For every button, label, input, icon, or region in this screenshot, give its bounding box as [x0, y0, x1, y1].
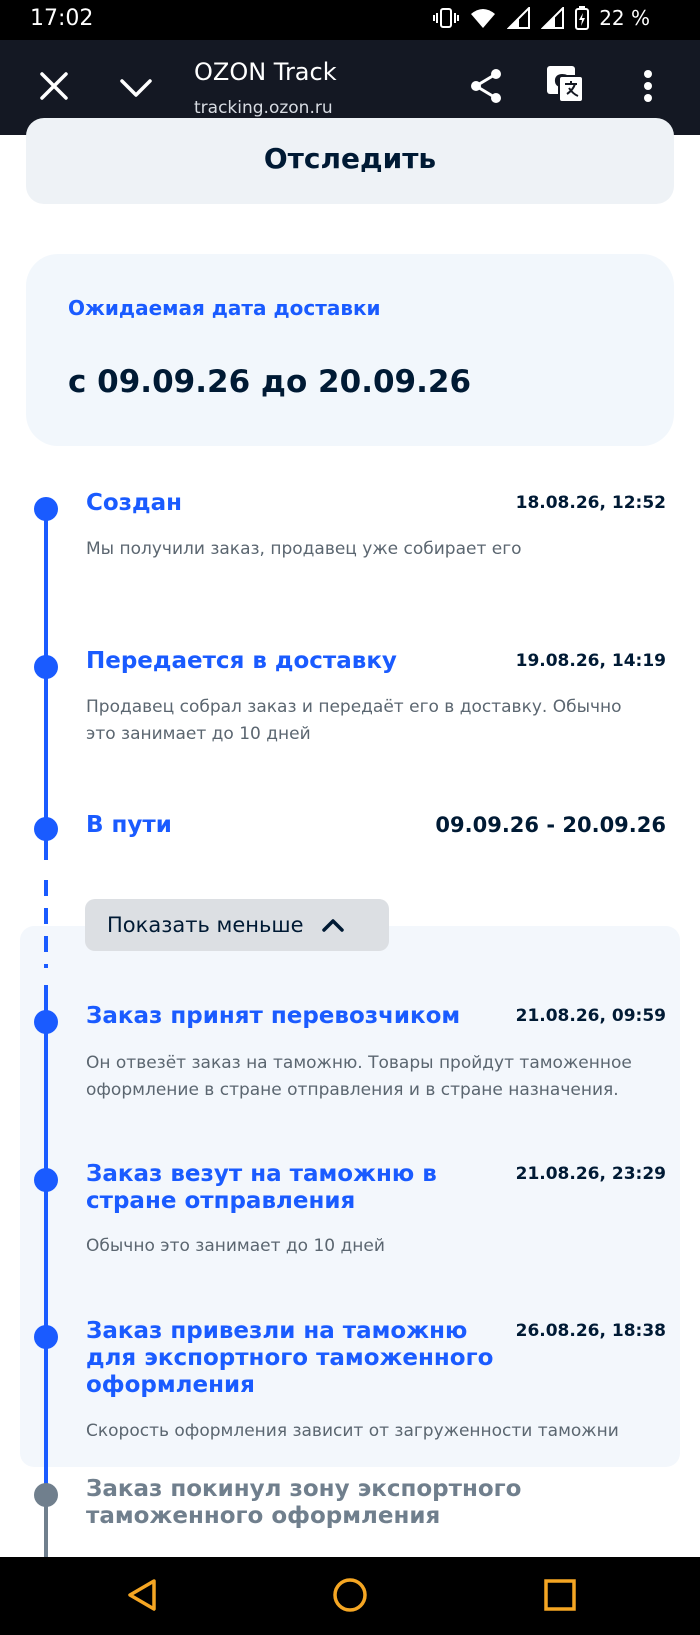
event-description: Он отвезёт заказ на таможню. Товары прой…	[86, 1053, 632, 1073]
event-title: Заказ привезли на таможню	[86, 1318, 468, 1344]
event-date: 18.08.26, 12:52	[515, 493, 666, 513]
timeline-dot-pending	[34, 1483, 58, 1507]
event-title: Заказ принят перевозчиком	[86, 1003, 461, 1029]
event-title: Заказ везут на таможню в	[86, 1161, 437, 1187]
home-icon[interactable]	[330, 1575, 370, 1615]
wifi-icon	[471, 9, 496, 28]
page-url: tracking.ozon.ru	[194, 98, 333, 118]
more-icon[interactable]	[630, 66, 666, 106]
chevron-down-icon[interactable]	[118, 70, 154, 106]
show-less-button[interactable]: Показать меньше	[85, 899, 389, 951]
timeline-dot	[34, 1325, 58, 1349]
timeline-dot	[34, 817, 58, 841]
signal-icon-2	[541, 7, 565, 29]
chevron-up-icon	[321, 919, 344, 932]
event-date: 21.08.26, 23:29	[515, 1164, 666, 1184]
delivery-range: с 09.09.26 до 20.09.26	[68, 364, 472, 400]
event-title: для экспортного таможенного	[86, 1345, 494, 1371]
event-title: Передается в доставку	[86, 648, 397, 674]
event-description: оформление в стране отправления и в стра…	[86, 1080, 619, 1100]
close-icon[interactable]	[36, 68, 72, 104]
timeline-dot	[34, 497, 58, 521]
timeline-line	[44, 985, 48, 1490]
event-description: Продавец собрал заказ и передаёт его в д…	[86, 697, 622, 717]
timeline-dot	[34, 1010, 58, 1034]
delivery-label: Ожидаемая дата доставки	[68, 296, 381, 320]
timeline-dashed	[44, 880, 48, 968]
timeline-dot	[34, 1168, 58, 1192]
system-nav-bar	[0, 1557, 700, 1635]
event-date: 21.08.26, 09:59	[515, 1006, 666, 1026]
share-icon[interactable]	[466, 66, 506, 106]
event-description: Мы получили заказ, продавец уже собирает…	[86, 539, 522, 559]
recent-apps-icon[interactable]	[540, 1575, 580, 1615]
status-bar: 17:02 22 %	[0, 0, 700, 40]
event-date: 26.08.26, 18:38	[515, 1321, 666, 1341]
battery-icon	[575, 6, 590, 30]
status-icons: 22 %	[433, 6, 650, 30]
event-title-pending: таможенного оформления	[86, 1503, 441, 1529]
event-title-pending: Заказ покинул зону экспортного	[86, 1476, 522, 1502]
event-title: стране отправления	[86, 1188, 356, 1214]
event-date: 09.09.26 - 20.09.26	[435, 813, 666, 837]
track-button[interactable]: Отследить	[26, 118, 674, 204]
show-less-label: Показать меньше	[107, 913, 304, 937]
page-title: OZON Track	[194, 58, 337, 86]
back-icon[interactable]	[124, 1575, 164, 1615]
vibrate-icon	[433, 8, 460, 28]
signal-icon	[507, 7, 531, 29]
event-title: В пути	[86, 812, 172, 838]
battery-level: 22 %	[599, 6, 650, 30]
timeline-dot	[34, 655, 58, 679]
timeline-line	[44, 510, 48, 860]
event-description: Скорость оформления зависит от загруженн…	[86, 1421, 619, 1441]
event-title: оформления	[86, 1372, 255, 1398]
event-date: 19.08.26, 14:19	[515, 651, 666, 671]
event-title: Создан	[86, 490, 183, 516]
status-time: 17:02	[30, 6, 94, 31]
translate-icon[interactable]: G	[545, 64, 585, 104]
event-description: Обычно это занимает до 10 дней	[86, 1236, 385, 1256]
track-button-label: Отследить	[263, 142, 437, 175]
event-description: это занимает до 10 дней	[86, 724, 311, 744]
delivery-card: Ожидаемая дата доставки с 09.09.26 до 20…	[26, 254, 674, 446]
